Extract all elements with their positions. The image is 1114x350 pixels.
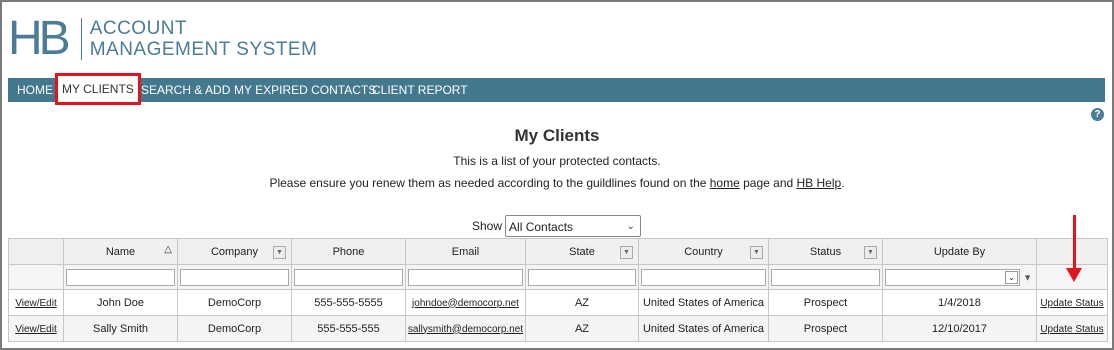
page-title: My Clients (514, 126, 600, 145)
row-action-cell: View/Edit (8, 315, 64, 342)
cell-phone: 555-555-5555 (291, 289, 406, 316)
column-menu-icon[interactable]: ▼ (750, 246, 763, 259)
show-select[interactable]: All Contacts ⌄ (505, 215, 642, 237)
status-filter-input[interactable] (771, 268, 880, 286)
home-link[interactable]: home (710, 176, 740, 190)
col-header-name-label: Name (105, 245, 136, 258)
col-header-country[interactable]: Country ▼ (638, 238, 769, 265)
cell-state: AZ (525, 315, 639, 342)
col-header-company-label: Company (210, 245, 259, 258)
app-frame: HB ACCOUNT MANAGEMENT SYSTEM HOME MY CLI… (0, 0, 1114, 350)
column-menu-icon[interactable]: ▼ (273, 246, 286, 259)
phone-filter-input[interactable] (294, 268, 403, 286)
col-header-state-label: State (569, 245, 595, 258)
table-row: View/Edit Sally Smith DemoCorp 555-555-5… (8, 315, 1108, 342)
nav-search-add[interactable]: SEARCH & ADD (141, 78, 230, 102)
cell-company: DemoCorp (177, 315, 292, 342)
col-header-name[interactable]: Name △ (63, 238, 178, 265)
cell-email: johndoe@democorp.net (405, 289, 526, 316)
company-filter-input[interactable] (180, 268, 289, 286)
col-header-update-by[interactable]: Update By (882, 238, 1037, 265)
chevron-down-icon: ⌄ (1005, 270, 1018, 284)
logo-line-2: MANAGEMENT SYSTEM (89, 39, 318, 60)
cell-status: Prospect (768, 289, 883, 316)
cell-phone: 555-555-555 (291, 315, 406, 342)
annotation-arrow-shaft (1073, 215, 1076, 271)
cell-country: United States of America (638, 315, 769, 342)
instructions-text-end: . (841, 176, 845, 190)
cell-status: Prospect (768, 315, 883, 342)
nav-my-clients[interactable]: MY CLIENTS (55, 73, 141, 105)
instructions-text-mid: page and (739, 176, 797, 190)
email-filter-input[interactable] (408, 268, 523, 286)
cell-update-link: Update Status (1036, 315, 1108, 342)
show-filter: Show All Contacts ⌄ (472, 215, 642, 237)
col-header-state[interactable]: State ▼ (525, 238, 639, 265)
nav-home[interactable]: HOME (17, 78, 53, 102)
col-header-country-label: Country (684, 245, 723, 258)
logo-divider (80, 18, 82, 60)
page-instructions: Please ensure you renew them as needed a… (2, 176, 1112, 190)
update-status-link[interactable]: Update Status (1040, 298, 1103, 309)
column-menu-icon[interactable]: ▼ (864, 246, 877, 259)
main-nav: HOME MY CLIENTS SEARCH & ADD MY EXPIRED … (8, 73, 1105, 105)
cell-email: sallysmith@democorp.net (405, 315, 526, 342)
cell-state: AZ (525, 289, 639, 316)
col-header-email[interactable]: Email (405, 238, 526, 265)
col-header-company[interactable]: Company ▼ (177, 238, 292, 265)
email-link[interactable]: johndoe@democorp.net (412, 298, 519, 309)
update-status-link[interactable]: Update Status (1040, 324, 1103, 335)
help-icon[interactable]: ? (1091, 108, 1104, 121)
show-label: Show (472, 219, 503, 233)
view-edit-link[interactable]: View/Edit (15, 298, 57, 309)
filter-cell (63, 264, 178, 290)
view-edit-link[interactable]: View/Edit (15, 324, 57, 335)
filter-funnel-icon[interactable]: ▼ (1023, 272, 1032, 282)
annotation-arrow-head-icon (1066, 268, 1082, 282)
cell-company: DemoCorp (177, 289, 292, 316)
chevron-down-icon: ⌄ (626, 221, 636, 232)
update-by-filter-select[interactable]: ⌄ (885, 268, 1020, 286)
cell-name: John Doe (63, 289, 178, 316)
table-header-row: Name △ Company ▼ Phone Email State ▼ Countr… (8, 238, 1108, 265)
clients-table: Name △ Company ▼ Phone Email State ▼ Countr… (8, 238, 1108, 342)
col-header-status-label: Status (809, 245, 842, 258)
logo-mark: HB (8, 12, 71, 65)
cell-update-by: 1/4/2018 (882, 289, 1037, 316)
logo-text: ACCOUNT MANAGEMENT SYSTEM (90, 18, 318, 60)
email-link[interactable]: sallysmith@democorp.net (408, 324, 523, 335)
cell-country: United States of America (638, 289, 769, 316)
filter-cell-empty (8, 264, 64, 290)
instructions-text: Please ensure you renew them as needed a… (269, 176, 710, 190)
cell-update-by: 12/10/2017 (882, 315, 1037, 342)
nav-expired-contacts[interactable]: MY EXPIRED CONTACTS (234, 78, 376, 102)
filter-cell: ⌄ ▼ (882, 264, 1037, 290)
cell-update-link: Update Status (1036, 289, 1108, 316)
col-header-actions (8, 238, 64, 265)
state-filter-input[interactable] (528, 268, 636, 286)
filter-cell (405, 264, 526, 290)
logo-line-1: ACCOUNT (89, 18, 188, 39)
filter-cell (638, 264, 769, 290)
cell-name: Sally Smith (63, 315, 178, 342)
show-select-value: All Contacts (509, 220, 574, 234)
filter-cell (177, 264, 292, 290)
filter-cell (525, 264, 639, 290)
filter-cell (291, 264, 406, 290)
column-menu-icon[interactable]: ▼ (620, 246, 633, 259)
filter-row: ⌄ ▼ (8, 264, 1108, 290)
name-filter-input[interactable] (66, 268, 175, 286)
country-filter-input[interactable] (641, 268, 766, 286)
hb-help-link[interactable]: HB Help (797, 176, 842, 190)
page-description: This is a list of your protected contact… (453, 154, 661, 168)
filter-cell (768, 264, 883, 290)
col-header-status[interactable]: Status ▼ (768, 238, 883, 265)
col-header-phone[interactable]: Phone (291, 238, 406, 265)
table-row: View/Edit John Doe DemoCorp 555-555-5555… (8, 289, 1108, 316)
row-action-cell: View/Edit (8, 289, 64, 316)
col-header-update-link (1036, 238, 1108, 265)
sort-triangle-icon[interactable]: △ (164, 244, 172, 255)
logo: HB ACCOUNT MANAGEMENT SYSTEM (8, 12, 318, 65)
nav-client-report[interactable]: CLIENT REPORT (372, 78, 468, 102)
